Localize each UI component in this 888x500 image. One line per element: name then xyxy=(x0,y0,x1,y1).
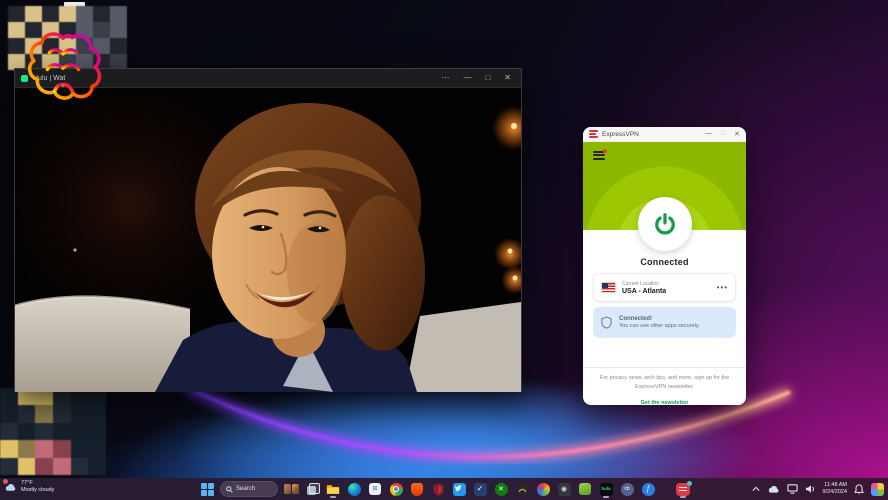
xbox-button[interactable]: ✕ xyxy=(493,480,509,498)
info-title: Connected! xyxy=(619,316,700,322)
hamburger-menu-icon[interactable] xyxy=(593,151,605,161)
close-icon[interactable]: ✕ xyxy=(504,74,511,82)
hulu-app-button[interactable]: hulu xyxy=(598,480,614,498)
power-icon xyxy=(652,211,678,237)
chrome-icon xyxy=(390,483,403,496)
person-thumbnail-icon xyxy=(284,484,291,494)
twitter-app-button[interactable] xyxy=(451,480,467,498)
expressvpn-window[interactable]: ExpressVPN — □ ✕ Connected Current Locat… xyxy=(583,127,746,405)
location-label: Current Location xyxy=(622,281,666,287)
edge-icon xyxy=(348,483,361,496)
clock-time: 11:48 AM xyxy=(823,482,847,489)
microsoft-store-button[interactable]: ⊞ xyxy=(367,480,383,498)
camera-aperture-icon: ◉ xyxy=(558,483,571,496)
expressvpn-logo-icon xyxy=(589,130,598,138)
maximize-icon[interactable]: □ xyxy=(485,74,490,82)
taskbar-clock[interactable]: 11:48 AM 9/24/2024 xyxy=(823,482,847,497)
capture-app-button[interactable]: ◉ xyxy=(556,480,572,498)
gauge-app-button[interactable] xyxy=(514,480,530,498)
vpn-minimize-icon[interactable]: — xyxy=(705,130,712,138)
check-app-button[interactable]: ✓ xyxy=(472,480,488,498)
vpn-power-button[interactable] xyxy=(638,197,692,251)
start-button[interactable] xyxy=(199,480,215,498)
us-flag-icon xyxy=(601,282,616,293)
pinwheel-app-button[interactable] xyxy=(535,480,551,498)
file-explorer-button[interactable] xyxy=(325,480,341,498)
blue-f-app-button[interactable]: f xyxy=(640,480,656,498)
task-view-icon-front xyxy=(309,483,320,494)
weather-temp: 77°F xyxy=(21,480,54,487)
more-options-icon[interactable]: ⋯ xyxy=(441,74,449,82)
blue-f-icon: f xyxy=(642,483,655,496)
cube-icon xyxy=(579,483,591,495)
video-player-window[interactable]: Hulu | Wat ⋯ — □ ✕ xyxy=(14,68,522,392)
cast-monitor-icon[interactable] xyxy=(787,484,798,494)
pinwheel-icon xyxy=(537,483,550,496)
widgets-corner-icon[interactable] xyxy=(871,483,884,496)
vpn-close-icon[interactable]: ✕ xyxy=(734,130,740,138)
expressvpn-taskbar-icon xyxy=(676,483,690,496)
hidden-icons-chevron[interactable] xyxy=(752,486,760,492)
get-newsletter-link[interactable]: Get the newsletter xyxy=(641,400,689,405)
windows-logo-icon xyxy=(201,483,214,496)
store-bag-icon: ⊞ xyxy=(369,483,381,495)
chrome-browser-button[interactable] xyxy=(388,480,404,498)
vpn-status-text: Connected xyxy=(583,257,746,267)
video-content[interactable] xyxy=(15,88,521,392)
search-input[interactable]: Search xyxy=(220,481,278,497)
folder-icon xyxy=(326,483,340,495)
search-label: Search xyxy=(236,486,255,492)
vpn-footer: For privacy news, tech tips, and more, s… xyxy=(583,367,746,405)
speed-gauge-icon xyxy=(516,483,529,496)
cb-app-button[interactable]: cb xyxy=(619,480,635,498)
newsletter-text: For privacy news, tech tips, and more, s… xyxy=(596,374,733,391)
task-view-button[interactable] xyxy=(304,480,320,498)
vpn-window-title: ExpressVPN xyxy=(602,131,705,138)
rainbow-brain-logo xyxy=(24,24,102,102)
clock-date: 9/24/2024 xyxy=(823,489,847,496)
info-body: You can use other apps securely. xyxy=(619,323,700,329)
hulu-icon: hulu xyxy=(600,483,613,496)
twitter-bird-icon xyxy=(455,485,464,493)
minimize-icon[interactable]: — xyxy=(463,74,471,82)
brave-browser-button[interactable] xyxy=(409,480,425,498)
location-options-icon[interactable]: ••• xyxy=(717,283,728,292)
check-icon: ✓ xyxy=(474,483,487,496)
edge-browser-button[interactable] xyxy=(346,480,362,498)
connected-info-box: Connected! You can use other apps secure… xyxy=(593,307,736,338)
location-value: USA - Atlanta xyxy=(622,288,666,295)
weather-condition: Mostly cloudy xyxy=(21,487,54,494)
onedrive-cloud-icon[interactable] xyxy=(767,484,780,494)
green-box-app-button[interactable] xyxy=(577,480,593,498)
xbox-icon: ✕ xyxy=(495,483,508,496)
cb-icon: cb xyxy=(621,483,634,496)
taskbar-chat-widget[interactable] xyxy=(283,480,299,498)
red-shield-icon xyxy=(433,483,444,496)
expressvpn-taskbar-button[interactable] xyxy=(675,480,691,498)
media-thumbnail-icon xyxy=(292,484,299,494)
vpn-maximize-icon[interactable]: □ xyxy=(721,130,725,138)
weather-widget[interactable]: 77°F Mostly cloudy xyxy=(4,480,54,495)
vpn-connected-badge xyxy=(687,481,692,486)
shield-icon xyxy=(601,316,612,329)
volume-icon[interactable] xyxy=(805,484,816,494)
brave-lion-icon xyxy=(411,483,423,496)
redacted-desktop-icons-bottom-left xyxy=(0,388,106,475)
vpn-titlebar[interactable]: ExpressVPN — □ ✕ xyxy=(583,127,746,142)
search-icon xyxy=(226,486,233,493)
current-location-card[interactable]: Current Location USA - Atlanta ••• xyxy=(593,273,736,302)
notification-dot xyxy=(603,149,607,153)
notifications-bell-icon[interactable] xyxy=(854,484,864,495)
taskbar: 77°F Mostly cloudy Search xyxy=(0,478,888,500)
weather-alert-badge xyxy=(3,479,8,484)
shield-app-button[interactable] xyxy=(430,480,446,498)
